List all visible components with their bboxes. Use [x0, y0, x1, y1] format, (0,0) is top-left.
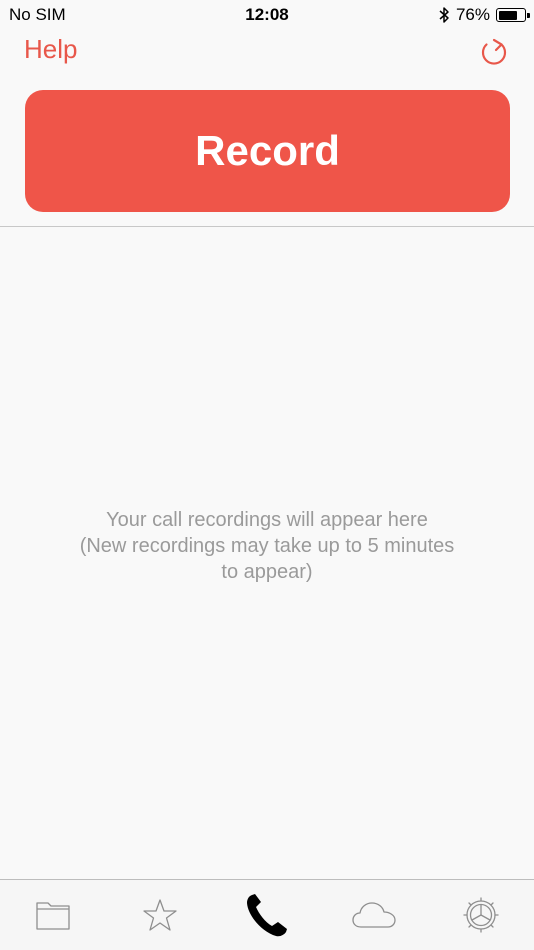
empty-state-line-3: to appear)	[221, 561, 313, 583]
status-right-group: 76%	[438, 5, 530, 25]
divider	[0, 226, 534, 227]
bluetooth-icon	[439, 7, 449, 23]
battery-level-fill	[498, 10, 517, 20]
tab-cloud[interactable]	[344, 885, 404, 945]
tab-bar	[0, 879, 534, 950]
app-screen: No SIM 12:08 76% Help Record Your call r…	[0, 0, 534, 950]
tab-favorites[interactable]	[130, 885, 190, 945]
tab-files[interactable]	[23, 885, 83, 945]
battery-tip	[527, 12, 530, 18]
tab-settings[interactable]	[451, 885, 511, 945]
tab-recordings[interactable]	[237, 885, 297, 945]
empty-state-line-1: Your call recordings will appear here	[106, 509, 428, 531]
help-link[interactable]: Help	[24, 34, 77, 65]
empty-state-line-2: (New recordings may take up to 5 minutes	[79, 535, 455, 557]
record-button[interactable]: Record	[25, 90, 510, 212]
phone-icon	[246, 894, 287, 937]
folder-icon	[36, 902, 71, 930]
star-icon	[143, 899, 177, 931]
settings-icon	[462, 897, 499, 933]
record-button-label: Record	[195, 127, 340, 174]
status-bar: No SIM 12:08 76%	[0, 0, 534, 30]
cloud-icon	[352, 902, 396, 928]
battery-percent: 76%	[455, 5, 490, 24]
battery-icon	[496, 8, 530, 22]
empty-state-message: Your call recordings will appear here (N…	[40, 507, 494, 585]
refresh-icon[interactable]	[476, 34, 512, 70]
